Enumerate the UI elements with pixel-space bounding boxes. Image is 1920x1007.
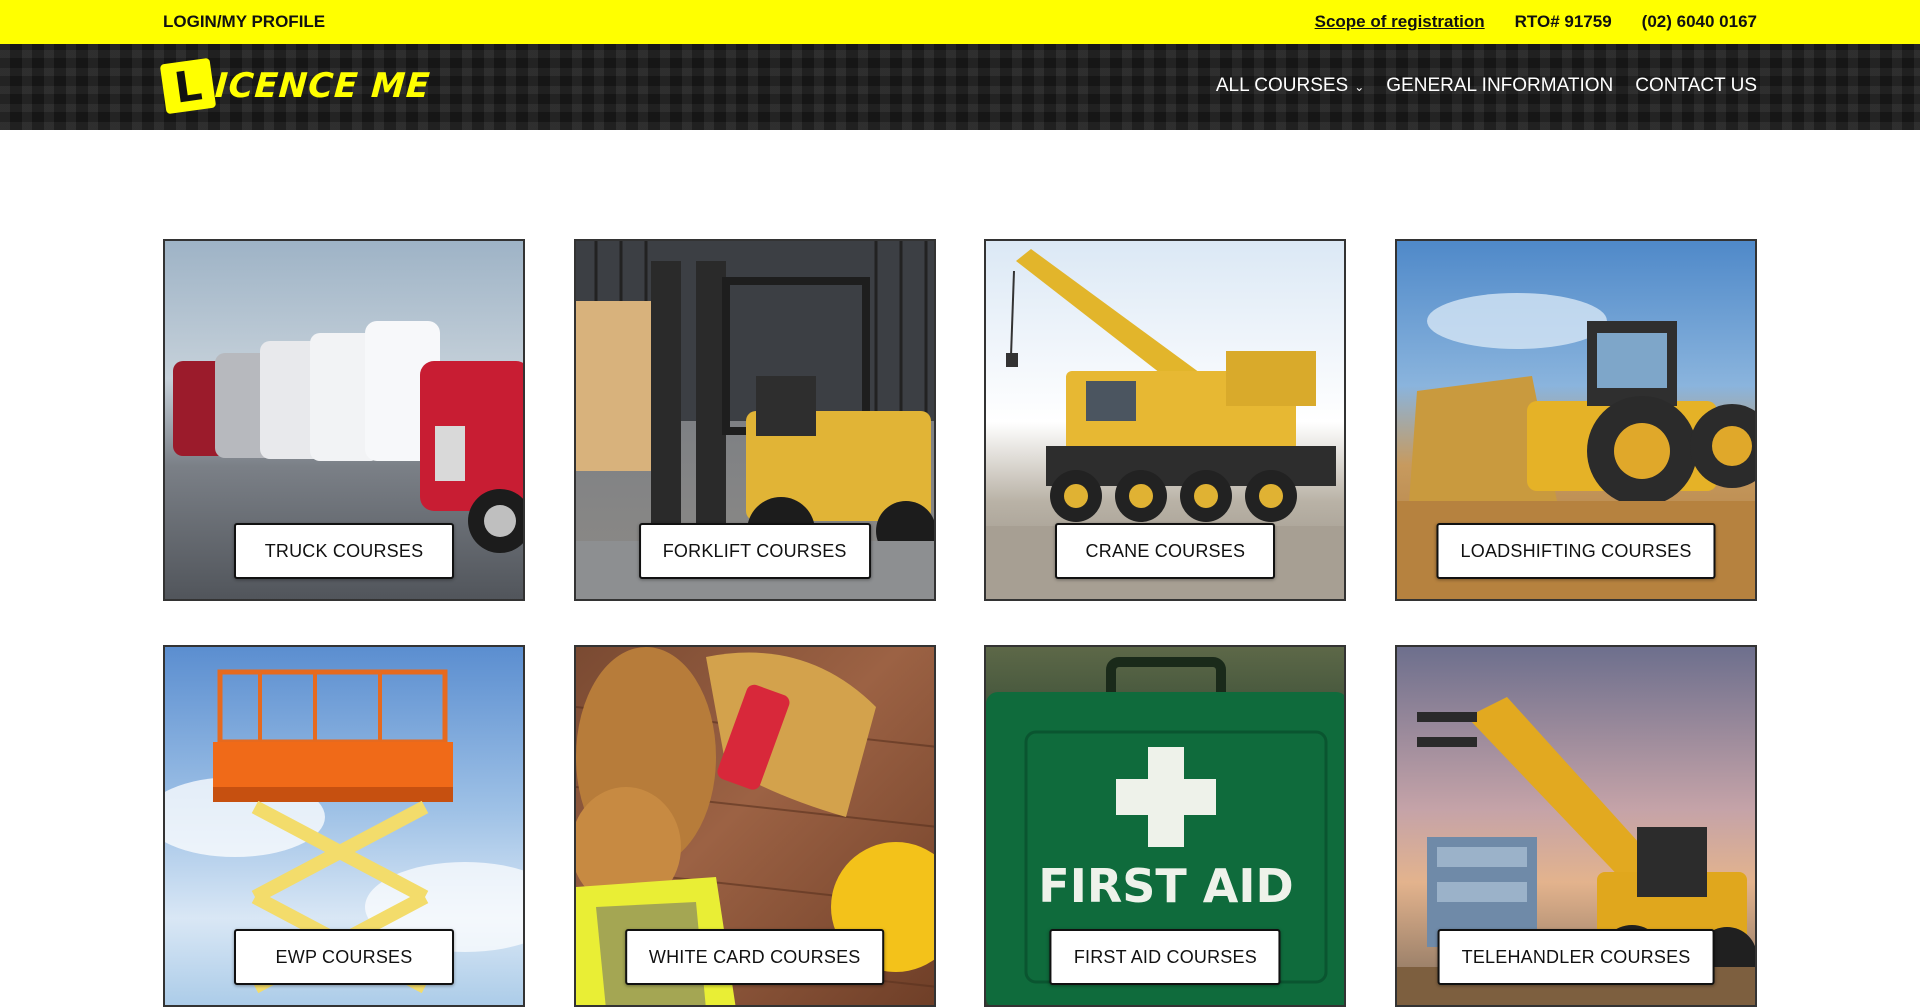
nav-general-information[interactable]: GENERAL INFORMATION [1386, 75, 1613, 97]
rto-number: RTO# 91759 [1514, 12, 1612, 31]
scope-of-registration-link[interactable]: Scope of registration [1315, 12, 1485, 32]
white-card-courses-button[interactable]: WHITE CARD COURSES [624, 929, 885, 985]
site-header: L ICENCE ME ALL COURSES ⌄ GENERAL INFORM… [0, 44, 1920, 130]
logo-wordmark: ICENCE ME [213, 66, 432, 106]
login-profile-link[interactable]: LOGIN/MY PROFILE [163, 12, 325, 32]
nav-all-courses[interactable]: ALL COURSES ⌄ [1216, 75, 1364, 97]
nav-contact-us[interactable]: CONTACT US [1635, 75, 1757, 97]
course-card-first-aid[interactable]: FIRST AID FIRST AID COURSES [984, 645, 1347, 1007]
telehandler-courses-button[interactable]: TELEHANDLER COURSES [1437, 929, 1715, 985]
course-card-white-card[interactable]: WHITE CARD COURSES [573, 645, 936, 1007]
forklift-courses-button[interactable]: FORKLIFT COURSES [638, 523, 871, 579]
ewp-courses-button[interactable]: EWP COURSES [234, 929, 454, 985]
course-card-loadshifting[interactable]: LOADSHIFTING COURSES [1395, 239, 1758, 601]
course-grid: TRUCK COURSES FORKLIFT COURSES CRANE COU… [163, 239, 1758, 1007]
course-card-truck[interactable]: TRUCK COURSES [163, 239, 525, 601]
site-logo[interactable]: L ICENCE ME [159, 57, 432, 115]
top-utility-bar: LOGIN/MY PROFILE Scope of registration R… [0, 0, 1920, 44]
chevron-down-icon: ⌄ [1354, 80, 1365, 94]
first-aid-kit-text: FIRST AID [1039, 859, 1294, 913]
loadshifting-courses-button[interactable]: LOADSHIFTING COURSES [1436, 523, 1716, 579]
phone-number[interactable]: (02) 6040 0167 [1642, 12, 1757, 32]
course-card-crane[interactable]: CRANE COURSES [984, 239, 1347, 601]
nav-all-courses-label: ALL COURSES [1215, 75, 1349, 96]
first-aid-courses-button[interactable]: FIRST AID COURSES [1049, 929, 1281, 985]
crane-courses-button[interactable]: CRANE COURSES [1055, 523, 1276, 579]
logo-l-plate: L [159, 57, 217, 115]
main-nav: ALL COURSES ⌄ GENERAL INFORMATION CONTAC… [1216, 75, 1757, 97]
truck-courses-button[interactable]: TRUCK COURSES [234, 523, 454, 579]
course-card-telehandler[interactable]: TELEHANDLER COURSES [1395, 645, 1758, 1007]
course-card-forklift[interactable]: FORKLIFT COURSES [573, 239, 936, 601]
course-card-ewp[interactable]: EWP COURSES [163, 645, 525, 1007]
topbar-right-group: Scope of registration RTO# 91759 (02) 60… [1315, 12, 1757, 32]
